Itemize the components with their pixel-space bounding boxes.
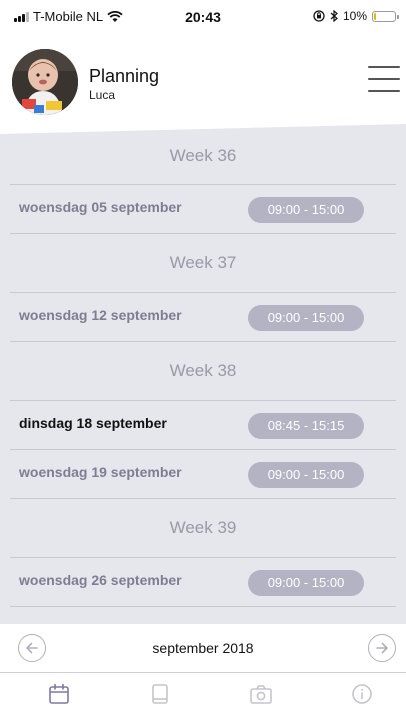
month-label: september 2018	[152, 640, 254, 656]
tab-planning[interactable]	[46, 681, 72, 707]
tab-photos[interactable]	[248, 681, 274, 707]
month-navigation: september 2018	[0, 624, 406, 673]
menu-line	[368, 90, 400, 92]
day-label: dinsdag 18 september	[19, 415, 167, 431]
day-label: woensdag 05 september	[19, 199, 182, 215]
day-row[interactable]: woensdag 12 september 09:00 - 15:00	[10, 292, 396, 342]
day-row[interactable]: woensdag 05 september 09:00 - 15:00	[10, 184, 396, 234]
time-pill: 08:45 - 15:15	[248, 413, 364, 439]
arrow-right-icon	[376, 642, 388, 654]
menu-button[interactable]	[368, 66, 400, 92]
day-row-current[interactable]: dinsdag 18 september 08:45 - 15:15	[10, 400, 396, 449]
avatar	[12, 49, 78, 115]
week-header: Week 38	[169, 361, 237, 380]
week-header: Week 37	[169, 253, 237, 272]
info-icon	[352, 684, 372, 704]
bluetooth-icon	[330, 10, 338, 22]
child-name: Luca	[89, 88, 116, 102]
tab-diary[interactable]	[147, 681, 173, 707]
tab-info[interactable]	[349, 681, 375, 707]
day-row[interactable]: woensdag 26 september 09:00 - 15:00	[10, 557, 396, 607]
menu-line	[368, 66, 400, 68]
status-bar: T-Mobile NL 20:43 10%	[0, 0, 406, 32]
page-title: Planning	[89, 66, 160, 86]
time-pill: 09:00 - 15:00	[248, 305, 364, 331]
day-label: woensdag 26 september	[19, 572, 182, 588]
calendar-icon	[49, 683, 69, 704]
day-row[interactable]: woensdag 19 september 09:00 - 15:00	[10, 449, 396, 499]
time-pill: 09:00 - 15:00	[248, 570, 364, 596]
book-icon	[152, 684, 168, 704]
orientation-lock-icon	[313, 10, 325, 22]
tab-bar	[0, 673, 406, 711]
battery-icon	[372, 10, 399, 22]
day-label: woensdag 19 september	[19, 464, 182, 480]
menu-line	[368, 78, 400, 80]
schedule-list: Week 36 woensdag 05 september 09:00 - 15…	[0, 124, 406, 624]
day-label: woensdag 12 september	[19, 307, 182, 323]
week-header: Week 36	[169, 146, 237, 165]
time-pill: 09:00 - 15:00	[248, 197, 364, 223]
header: Planning Luca	[0, 32, 406, 124]
camera-icon	[250, 685, 272, 704]
week-header: Week 39	[169, 518, 237, 537]
status-right: 10%	[313, 9, 399, 23]
battery-percentage: 10%	[342, 9, 367, 23]
next-month-button[interactable]	[368, 634, 396, 662]
time-pill: 09:00 - 15:00	[248, 462, 364, 488]
